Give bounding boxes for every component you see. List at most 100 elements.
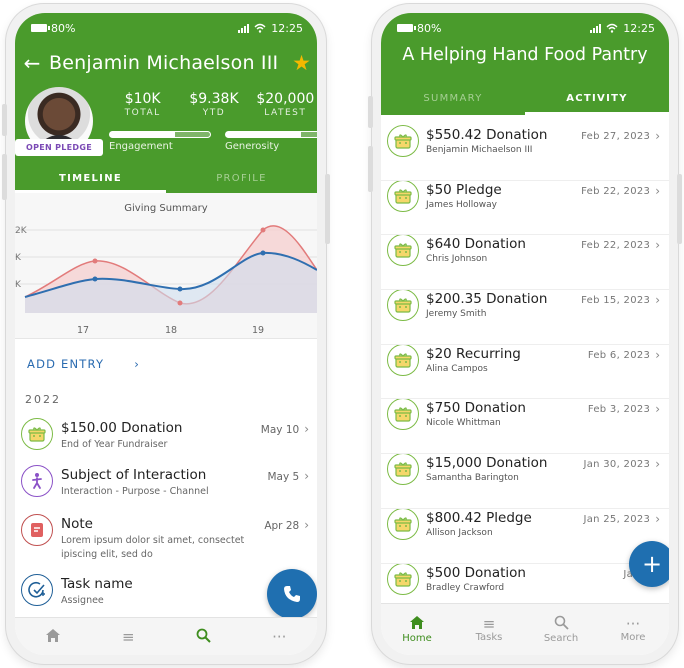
data-point	[92, 276, 98, 282]
item-subtitle: Lorem ipsum dolor sit amet, consectet ip…	[61, 535, 245, 560]
divider	[381, 453, 669, 455]
activity-date: Feb 3, 2023	[587, 404, 651, 416]
gift-icon	[387, 562, 419, 595]
activity-item[interactable]: $750 Donation Nicole Whittman Feb 3, 2023 ›	[381, 398, 669, 453]
nav-label: Tasks	[475, 632, 503, 643]
divider	[381, 398, 669, 400]
activity-subtitle: Nicole Whittman	[426, 418, 501, 429]
activity-subtitle: Samantha Barington	[426, 473, 519, 484]
y-tick-label: K	[15, 253, 22, 263]
clock: 12:25	[623, 21, 655, 35]
pantry-activity-phone: 80% 12:25 A Helping Hand Food Pantry SUM…	[368, 4, 682, 664]
divider	[381, 562, 669, 564]
add-entry-label: ADD ENTRY	[27, 357, 105, 371]
back-arrow-icon[interactable]: ←	[15, 51, 49, 75]
activity-subtitle: James Holloway	[426, 199, 498, 210]
divider	[381, 289, 669, 291]
chevron-right-icon: ›	[655, 511, 660, 526]
activity-date: Feb 6, 2023	[587, 349, 651, 361]
favorite-star-icon[interactable]: ★	[292, 51, 311, 75]
search-icon	[196, 628, 211, 646]
activity-item[interactable]: $640 Donation Chris Johnson Feb 22, 2023 ›	[381, 234, 669, 289]
battery-level: 80%	[51, 21, 76, 35]
nav-label: Search	[543, 633, 579, 644]
item-date: May 5	[267, 471, 300, 483]
tab-summary[interactable]: SUMMARY	[381, 88, 525, 115]
activity-item[interactable]: $550.42 Donation Benjamin Michaelson III F…	[381, 125, 669, 180]
search-icon	[554, 615, 569, 633]
activity-text: $800.42 Pledge Allison Jackson	[426, 508, 583, 538]
activity-text: $750 Donation Nicole Whittman	[426, 398, 588, 428]
activity-subtitle: Jeremy Smith	[426, 309, 487, 320]
activity-subtitle: Chris Johnson	[426, 254, 488, 265]
tab-profile[interactable]: PROFILE	[166, 168, 317, 193]
battery-level: 80%	[417, 21, 442, 35]
open-pledge-badge[interactable]: OPEN PLEDGE	[15, 139, 103, 156]
meter-label: Generosity	[225, 141, 280, 152]
tab-timeline[interactable]: TIMELINE	[15, 168, 166, 193]
chevron-right-icon: ›	[655, 347, 660, 362]
engagement-meter: Engagement	[109, 131, 211, 152]
call-fab-button[interactable]	[267, 569, 317, 619]
activity-list: $550.42 Donation Benjamin Michaelson III F…	[381, 125, 669, 617]
year-heading: 2022	[25, 393, 61, 406]
plus-icon: +	[641, 550, 663, 578]
data-point	[92, 258, 98, 264]
timeline-item[interactable]: Note Lorem ipsum dolor sit amet, consecte…	[15, 514, 317, 574]
add-fab-button[interactable]: +	[629, 541, 669, 587]
nav-tasks[interactable]: ≡ Tasks	[453, 604, 525, 655]
activity-title: $550.42 Donation	[426, 127, 548, 143]
side-button	[325, 174, 330, 244]
activity-text: $200.35 Donation Jeremy Smith	[426, 289, 581, 319]
list-icon: ≡	[482, 615, 496, 633]
more-icon: ···	[625, 615, 641, 633]
person-walk-icon	[21, 465, 53, 497]
nav-list[interactable]: ≡	[91, 618, 167, 655]
timeline-item[interactable]: Subject of Interaction Interaction - Purp…	[15, 465, 317, 514]
org-header: 80% 12:25 A Helping Hand Food Pantry SUM…	[381, 13, 669, 115]
nav-home[interactable]: Home	[381, 604, 453, 655]
activity-text: $50 Pledge James Holloway	[426, 180, 581, 210]
y-tick-label: 2K	[15, 226, 28, 236]
gift-icon	[21, 418, 53, 450]
item-subtitle: End of Year Fundraiser	[61, 439, 168, 450]
chevron-right-icon: ›	[655, 183, 660, 198]
activity-title: $50 Pledge	[426, 181, 502, 198]
activity-item[interactable]: $50 Pledge James Holloway Feb 22, 2023 ›	[381, 179, 669, 235]
org-name: A Helping Hand Food Pantry	[402, 45, 648, 65]
activity-text: $20 Recurring Alina Campos	[426, 344, 588, 374]
chevron-right-icon: ›	[655, 238, 660, 253]
timeline-item[interactable]: $150.00 Donation End of Year Fundraiser M…	[15, 418, 317, 465]
activity-item[interactable]: $800.42 Pledge Allison Jackson Jan 25, 202…	[381, 507, 669, 563]
activity-date: Feb 22, 2023	[581, 185, 651, 197]
stat-value: $9.38K	[189, 91, 239, 107]
stat-latest: $20,000 LATEST	[250, 91, 317, 118]
activity-item[interactable]: $200.35 Donation Jeremy Smith Feb 15, 2023…	[381, 289, 669, 344]
home-icon	[409, 615, 425, 633]
activity-subtitle: Benjamin Michaelson III	[426, 145, 533, 155]
signal-icon	[590, 23, 602, 33]
item-date: Apr 28	[264, 520, 300, 532]
wifi-icon	[606, 23, 618, 33]
nav-search[interactable]: Search	[525, 604, 597, 655]
status-bar: 80% 12:25	[381, 13, 669, 43]
activity-title: $500 Donation	[426, 564, 526, 581]
nav-label: Home	[402, 633, 432, 644]
item-title: Note	[61, 516, 93, 532]
screenshot-stage: 80% 12:25 ← Benjamin Michaelson III ★ OP…	[0, 0, 684, 668]
nav-more[interactable]: ···	[242, 618, 318, 655]
activity-item[interactable]: $15,000 Donation Samantha Barington Jan 30…	[381, 453, 669, 508]
nav-search[interactable]	[166, 618, 242, 655]
nav-more[interactable]: ··· More	[597, 604, 669, 655]
add-entry-link[interactable]: ADD ENTRY ›	[27, 357, 140, 371]
gift-icon	[387, 343, 419, 376]
activity-date: Feb 22, 2023	[581, 240, 651, 252]
meter-label: Engagement	[109, 141, 173, 152]
tab-activity[interactable]: ACTIVITY	[525, 88, 669, 115]
activity-item[interactable]: $20 Recurring Alina Campos Feb 6, 2023 ›	[381, 343, 669, 399]
activity-text: $640 Donation Chris Johnson	[426, 234, 581, 264]
nav-home[interactable]	[15, 618, 91, 655]
chart-svg: 2K K K 17 18 19	[15, 225, 317, 336]
gift-icon	[387, 289, 419, 322]
data-point	[177, 286, 183, 292]
